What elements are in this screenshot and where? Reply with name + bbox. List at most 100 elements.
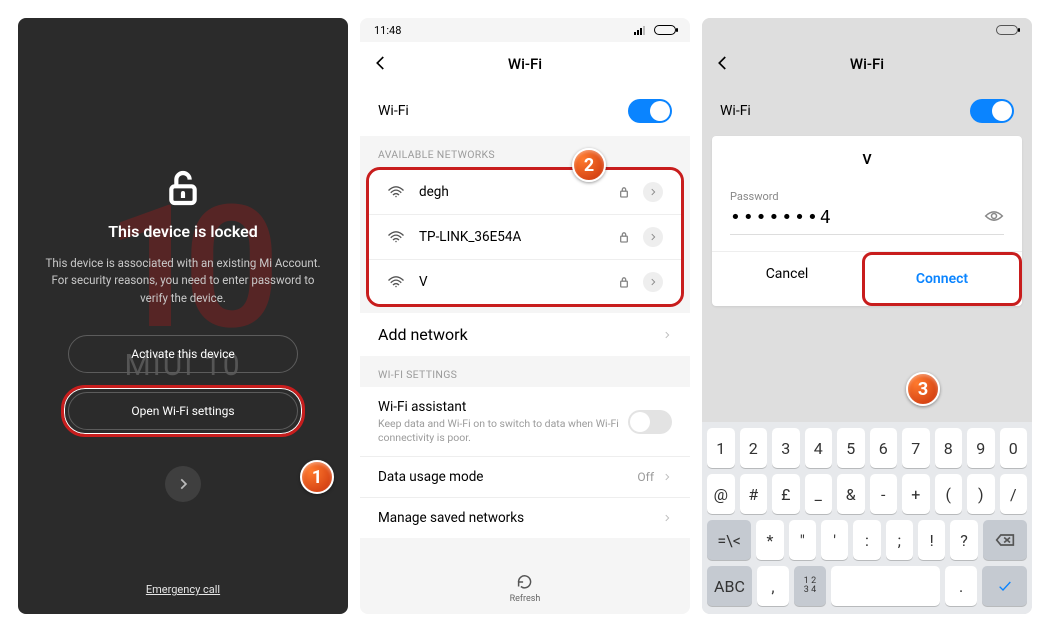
lock-mini-icon [619,273,629,292]
key[interactable]: 6 [870,428,898,468]
wifi-icon [387,275,405,289]
activate-device-button[interactable]: Activate this device [68,335,298,373]
key[interactable]: / [1000,474,1028,514]
key[interactable]: ! [918,520,945,560]
connect-button[interactable]: Connect [867,257,1017,301]
key[interactable]: 4 [805,428,833,468]
eye-icon[interactable] [984,208,1004,227]
wifi-assistant-desc: Keep data and Wi-Fi on to switch to data… [378,417,628,444]
add-network-label: Add network [378,325,468,344]
key[interactable]: ' [821,520,848,560]
key[interactable]: ; [886,520,913,560]
signal-icon [634,25,648,35]
key[interactable]: 7 [902,428,930,468]
keyboard: 1234567890 @#£_&-+()/ =\< *"':;!? ABC , … [702,422,1032,614]
back-icon[interactable] [372,54,392,74]
data-usage-mode-row[interactable]: Data usage mode Off [360,456,690,497]
header-title: Wi-Fi [508,55,542,73]
wifi-assistant-title: Wi-Fi assistant [378,399,628,415]
key[interactable]: # [740,474,768,514]
chevron-right-icon[interactable] [643,182,663,202]
key[interactable]: " [789,520,816,560]
key[interactable]: @ [707,474,735,514]
key[interactable]: 2 [740,428,768,468]
wifi-toggle[interactable] [628,99,672,123]
wifi-header: Wi-Fi [702,42,1032,86]
key[interactable]: & [837,474,865,514]
lock-icon [163,168,203,208]
wifi-master-toggle-row[interactable]: Wi-Fi [360,86,690,136]
password-input[interactable] [730,207,984,228]
wifi-toggle-label: Wi-Fi [378,103,409,119]
wifi-toggle-label: Wi-Fi [720,103,751,119]
key-backspace-icon[interactable] [983,520,1027,560]
wifi-toggle[interactable] [970,99,1014,123]
battery-icon [996,25,1018,35]
key[interactable]: 8 [935,428,963,468]
network-name: degh [419,184,605,200]
add-network-row[interactable]: Add network [360,313,690,356]
password-dialog: V Password Cancel Connect [712,136,1022,306]
wifi-settings-label: WI-FI SETTINGS [360,356,690,387]
key[interactable]: 9 [967,428,995,468]
key[interactable]: 0 [1000,428,1028,468]
step-badge-3: 3 [906,372,940,406]
wifi-assistant-toggle[interactable] [628,410,672,434]
key-abc[interactable]: ABC [707,566,752,606]
network-row[interactable]: degh [369,170,681,214]
wifi-header: Wi-Fi [360,42,690,86]
key[interactable]: : [853,520,880,560]
wifi-assistant-row[interactable]: Wi-Fi assistant Keep data and Wi-Fi on t… [360,387,690,456]
key[interactable]: ( [935,474,963,514]
lock-mini-icon [619,183,629,202]
phone-wifi-password: Wi-Fi Wi-Fi V Password Cancel Connect [702,18,1032,614]
key[interactable]: _ [805,474,833,514]
data-usage-mode-value: Off [637,470,654,484]
wifi-icon [387,230,405,244]
refresh-button[interactable]: Refresh [510,573,541,604]
network-name: TP-LINK_36E54A [419,229,605,245]
key[interactable]: 3 [772,428,800,468]
locked-title: This device is locked [108,222,258,241]
dialog-network-name: V [712,136,1022,180]
key-space[interactable] [831,566,940,606]
refresh-label: Refresh [510,594,541,604]
key-symbols-toggle[interactable]: =\< [707,520,751,560]
open-wifi-settings-button[interactable]: Open Wi-Fi settings [68,392,298,430]
key[interactable]: £ [772,474,800,514]
available-networks-label: AVAILABLE NETWORKS [360,136,690,167]
status-bar [702,18,1032,42]
key-numpad[interactable]: 1 23 4 [794,566,826,606]
key-comma[interactable]: , [757,566,789,606]
battery-icon [654,25,676,35]
network-row[interactable]: V [369,259,681,304]
key[interactable]: ? [950,520,977,560]
network-row[interactable]: TP-LINK_36E54A [369,214,681,259]
wifi-master-toggle-row[interactable]: Wi-Fi [702,86,1032,136]
key[interactable]: 5 [837,428,865,468]
lock-mini-icon [619,228,629,247]
status-bar: 11:48 [360,18,690,42]
chevron-right-icon[interactable] [643,227,663,247]
chevron-right-icon[interactable] [643,272,663,292]
key[interactable]: ) [967,474,995,514]
key-enter-icon[interactable] [982,566,1027,606]
key[interactable]: * [756,520,783,560]
wifi-icon [387,185,405,199]
locked-description: This device is associated with an existi… [40,255,326,307]
key[interactable]: 1 [707,428,735,468]
key[interactable]: + [902,474,930,514]
key[interactable]: - [870,474,898,514]
phone-wifi-list: 11:48 Wi-Fi Wi-Fi AVAILABLE NETWORKS deg… [360,18,690,614]
status-time: 11:48 [374,24,401,37]
back-icon[interactable] [714,54,734,74]
cancel-button[interactable]: Cancel [712,252,862,306]
data-usage-mode-label: Data usage mode [378,469,483,485]
manage-saved-networks-row[interactable]: Manage saved networks [360,497,690,538]
network-name: V [419,274,605,290]
step-badge-2: 2 [572,148,606,182]
manage-saved-networks-label: Manage saved networks [378,510,524,526]
step-badge-1: 1 [300,460,334,494]
key-dot[interactable]: . [945,566,977,606]
header-title: Wi-Fi [850,55,884,73]
